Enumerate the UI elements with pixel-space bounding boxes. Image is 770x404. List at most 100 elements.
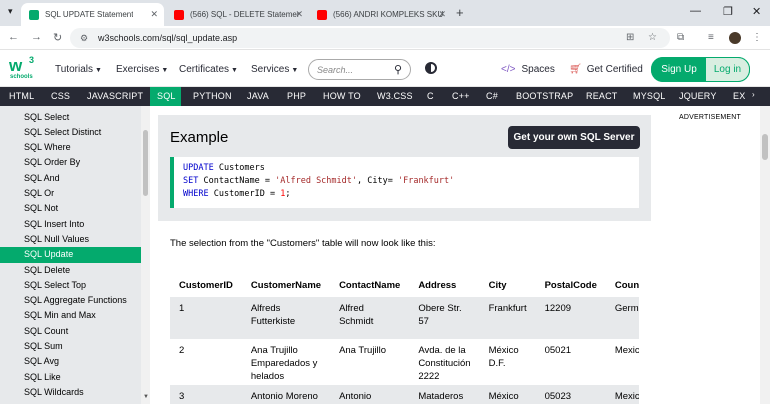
menu-certificates[interactable]: Certificates ▼	[179, 64, 238, 75]
log-in-button[interactable]: Log in	[705, 57, 750, 82]
page-scrollbar-thumb[interactable]	[762, 134, 768, 160]
close-window-icon[interactable]: ✕	[752, 5, 761, 18]
dark-mode-toggle-icon[interactable]	[425, 62, 437, 74]
sidebar-item-sql-min-and-max[interactable]: SQL Min and Max	[24, 310, 96, 320]
profile-avatar[interactable]	[729, 32, 741, 44]
topnav-cpp[interactable]: C++	[452, 91, 470, 101]
get-certified-link[interactable]: 🛒︎ Get Certified	[569, 64, 643, 75]
browser-tab-andri-kompleks[interactable]: (566) ANDRI KOMPLEKS SKUPS ✕	[309, 3, 452, 26]
tab-title: (566) ANDRI KOMPLEKS SKUPS	[333, 10, 443, 19]
more-menu-icon[interactable]: ⋮	[752, 32, 762, 43]
extensions-icon[interactable]: ⧉	[677, 32, 684, 43]
sidebar-item-sql-where[interactable]: SQL Where	[24, 142, 71, 152]
topnav-howto[interactable]: HOW TO	[323, 91, 361, 101]
w3schools-logo[interactable]: w 3 schools	[9, 55, 37, 83]
topnav-java[interactable]: JAVA	[247, 91, 269, 101]
topnav-css[interactable]: CSS	[51, 91, 70, 101]
minimize-icon[interactable]: —	[690, 5, 701, 17]
close-tab-icon[interactable]: ✕	[438, 9, 446, 20]
tab-search-icon[interactable]: ▾	[8, 6, 13, 17]
topnav-python[interactable]: PYTHON	[193, 91, 232, 101]
menu-exercises[interactable]: Exercises ▼	[116, 64, 168, 75]
back-arrow-icon[interactable]: ←	[8, 31, 19, 43]
menu-label: Services	[251, 64, 290, 75]
menu-label: Certificates	[179, 64, 230, 75]
code-text: CustomerID =	[208, 189, 281, 199]
close-tab-icon[interactable]: ✕	[295, 9, 303, 20]
topnav-react[interactable]: REACT	[586, 91, 618, 101]
sidebar-item-sql-aggregate-functions[interactable]: SQL Aggregate Functions	[24, 295, 127, 305]
topnav-html[interactable]: HTML	[9, 91, 34, 101]
search-icon[interactable]: ⚲	[394, 63, 402, 76]
search-placeholder: Search...	[317, 65, 354, 75]
sidebar-item-sql-or[interactable]: SQL Or	[24, 188, 54, 198]
translate-icon[interactable]: ⊞	[626, 32, 634, 43]
forward-arrow-icon[interactable]: →	[31, 31, 42, 43]
caret-down-icon: ▼	[161, 67, 169, 74]
bookmark-star-icon[interactable]: ☆	[648, 32, 657, 43]
sidebar-item-sql-wildcards[interactable]: SQL Wildcards	[24, 387, 84, 397]
table-cell: 12209	[535, 297, 606, 339]
topnav-javascript[interactable]: JAVASCRIPT	[87, 91, 143, 101]
topnav-w3css[interactable]: W3.CSS	[377, 91, 413, 101]
table-row: 2 Ana Trujillo Emparedados y helados Ana…	[170, 339, 639, 385]
spaces-link[interactable]: </> Spaces	[501, 64, 555, 75]
code-icon: </>	[501, 64, 516, 75]
media-control-icon[interactable]: ≡	[708, 32, 714, 43]
table-cell: México	[479, 385, 536, 404]
sidebar-item-sql-null-values[interactable]: SQL Null Values	[24, 234, 89, 244]
topnav-c[interactable]: C	[427, 91, 434, 101]
table-cell: Alfreds Futterkiste	[241, 297, 331, 339]
get-own-sql-server-button[interactable]: Get your own SQL Server	[508, 126, 640, 149]
spaces-label: Spaces	[521, 64, 555, 75]
maximize-icon[interactable]: ❐	[723, 5, 733, 18]
youtube-favicon-icon	[174, 9, 184, 20]
sidebar-item-sql-not[interactable]: SQL Not	[24, 203, 58, 213]
customers-table-container: CustomerID CustomerName ContactName Addr…	[170, 273, 639, 404]
topnav-mysql[interactable]: MYSQL	[633, 91, 666, 101]
site-info-icon[interactable]: ⚙	[80, 33, 88, 44]
logo-schools: schools	[10, 74, 33, 80]
table-cell: Mexico	[614, 345, 639, 356]
close-tab-icon[interactable]: ✕	[150, 9, 158, 20]
scroll-down-arrow-icon[interactable]: ▼	[143, 394, 149, 400]
sidebar-item-sql-delete[interactable]: SQL Delete	[24, 265, 70, 275]
sidebar-item-sql-count[interactable]: SQL Count	[24, 326, 68, 336]
code-text: , City=	[357, 176, 398, 186]
sidebar-item-sql-insert-into[interactable]: SQL Insert Into	[24, 219, 84, 229]
sidebar-item-sql-select[interactable]: SQL Select	[24, 112, 69, 122]
column-header: ContactName	[339, 279, 401, 291]
menu-services[interactable]: Services ▼	[251, 64, 298, 75]
sidebar-item-sql-sum[interactable]: SQL Sum	[24, 341, 63, 351]
browser-tab-sql-update[interactable]: SQL UPDATE Statement ✕	[21, 3, 164, 26]
menu-tutorials[interactable]: Tutorials ▼	[55, 64, 102, 75]
address-bar[interactable]: ⚙ w3schools.com/sql/sql_update.asp ⊞ ☆	[70, 28, 670, 48]
browser-tab-sql-delete[interactable]: (566) SQL - DELETE Statement ✕	[166, 3, 309, 26]
sidebar-item-sql-select-top[interactable]: SQL Select Top	[24, 280, 86, 290]
code-string: 'Alfred Schmidt'	[275, 176, 358, 186]
sidebar-item-sql-like[interactable]: SQL Like	[24, 372, 61, 382]
table-cell: Antonio Moreno	[241, 385, 331, 404]
topnav-bootstrap[interactable]: BOOTSTRAP	[516, 91, 573, 101]
code-text: ContactName =	[198, 176, 276, 186]
sign-up-button[interactable]: Sign Up	[651, 57, 707, 82]
search-input[interactable]: Search... ⚲	[308, 59, 411, 80]
topnav-jquery[interactable]: JQUERY	[679, 91, 717, 101]
table-cell: 3	[170, 385, 242, 404]
sidebar-item-sql-avg[interactable]: SQL Avg	[24, 356, 59, 366]
topnav-sql[interactable]: SQL	[157, 91, 176, 101]
sidebar-item-sql-order-by[interactable]: SQL Order By	[24, 157, 80, 167]
tab-title: SQL UPDATE Statement	[45, 10, 134, 19]
new-tab-button[interactable]: +	[456, 5, 464, 20]
advertisement-label: ADVERTISEMENT	[679, 114, 741, 121]
topnav-more[interactable]: EX	[733, 91, 745, 101]
reload-icon[interactable]: ↻	[53, 31, 62, 44]
sidebar-item-sql-and[interactable]: SQL And	[24, 173, 60, 183]
topnav-php[interactable]: PHP	[287, 91, 306, 101]
sidebar-scrollbar-thumb[interactable]	[143, 130, 148, 196]
url-text[interactable]: w3schools.com/sql/sql_update.asp	[98, 33, 237, 43]
sidebar-item-sql-select-distinct[interactable]: SQL Select Distinct	[24, 127, 101, 137]
sidebar-item-sql-update[interactable]: SQL Update	[24, 249, 73, 259]
topnav-csharp[interactable]: C#	[486, 91, 498, 101]
chevron-right-icon[interactable]: ›	[752, 90, 755, 99]
